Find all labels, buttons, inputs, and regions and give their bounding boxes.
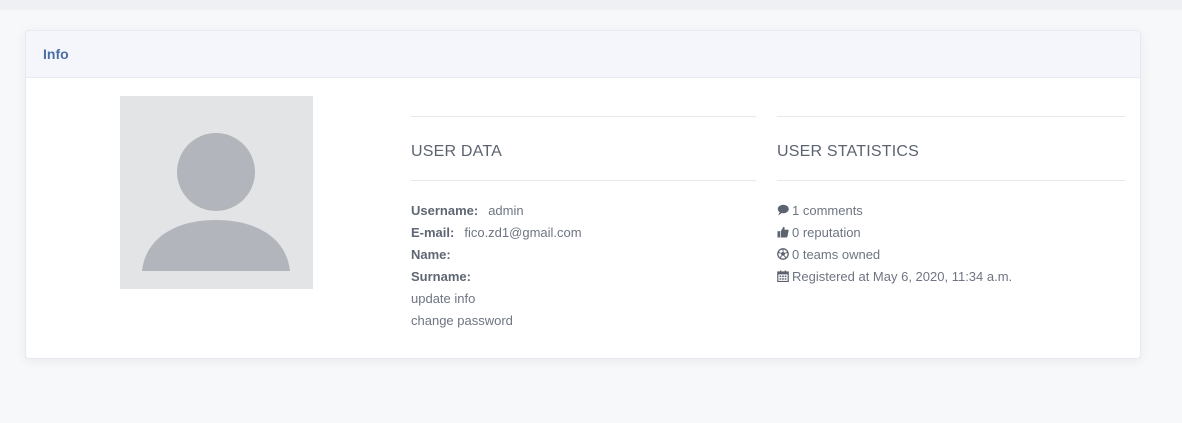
comments-count: 1 comments	[792, 203, 863, 218]
name-label: Name:	[411, 247, 451, 262]
username-label: Username:	[411, 203, 479, 218]
stat-registered: Registered at May 6, 2020, 11:34 a.m.	[777, 267, 1125, 289]
stat-comments: 1 comments	[777, 201, 1125, 223]
info-card: Info USER DATA Username: admin E-mail: fic…	[25, 30, 1141, 359]
username-row: Username: admin	[411, 201, 756, 223]
registered-date: Registered at May 6, 2020, 11:34 a.m.	[792, 269, 1013, 284]
update-info-link[interactable]: update info	[411, 291, 475, 306]
comment-icon	[777, 204, 789, 216]
surname-row: Surname:	[411, 267, 756, 289]
reputation-count: 0 reputation	[792, 225, 861, 240]
stat-teams: 0 teams owned	[777, 245, 1125, 267]
email-label: E-mail:	[411, 225, 455, 240]
email-row: E-mail: fico.zd1@gmail.com	[411, 223, 756, 245]
card-title: Info	[43, 46, 69, 62]
soccer-ball-icon	[777, 248, 789, 260]
thumbs-up-icon	[777, 226, 789, 238]
calendar-icon	[777, 270, 789, 282]
top-bar	[0, 0, 1182, 10]
user-data-heading: USER DATA	[411, 143, 502, 160]
user-silhouette-icon	[142, 133, 290, 271]
card-header: Info	[26, 31, 1140, 78]
username-value: admin	[488, 203, 524, 218]
user-statistics-section: USER STATISTICS 1 comments 0 reputation	[777, 116, 1125, 289]
user-statistics-heading: USER STATISTICS	[777, 143, 919, 160]
teams-count: 0 teams owned	[792, 247, 881, 262]
name-row: Name:	[411, 245, 756, 267]
user-data-section: USER DATA Username: admin E-mail: fico.zd1…	[411, 116, 756, 333]
avatar	[120, 96, 313, 289]
surname-label: Surname:	[411, 269, 471, 284]
stat-reputation: 0 reputation	[777, 223, 1125, 245]
email-value: fico.zd1@gmail.com	[464, 225, 582, 240]
change-password-link[interactable]: change password	[411, 313, 513, 328]
